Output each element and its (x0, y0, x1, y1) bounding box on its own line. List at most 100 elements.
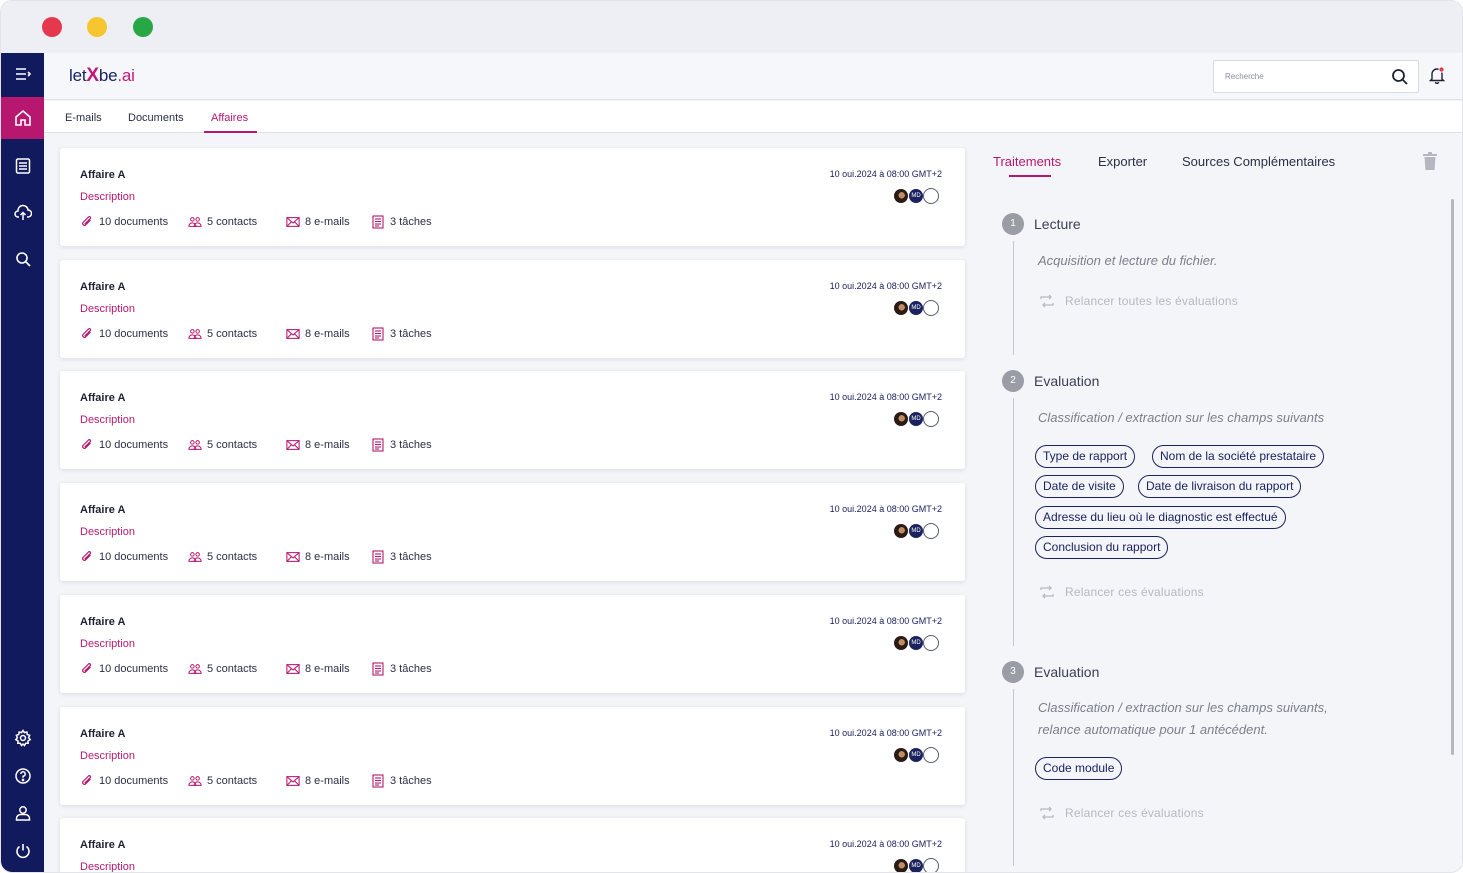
documents-label: 10 documents (99, 327, 169, 340)
tab-sources-complementaires[interactable]: Sources Complémentaires (1182, 154, 1335, 169)
tab-documents[interactable]: Documents (128, 112, 184, 124)
avatar-placeholder-icon (923, 746, 939, 763)
documents-count[interactable]: 10 documents (80, 438, 168, 452)
contacts-count[interactable]: 5 contacts (188, 215, 257, 229)
affaire-card[interactable]: Affaire A Description 10 oui.2024 à 08:00 … (60, 259, 965, 358)
tab-emails[interactable]: E-mails (65, 112, 102, 124)
avatar-group[interactable]: MD (893, 523, 939, 540)
affaire-title: Affaire A (80, 615, 126, 628)
menu-expand-icon (15, 68, 31, 80)
sidebar-item-list[interactable] (1, 145, 44, 187)
sidebar-item-profile[interactable] (1, 792, 44, 834)
tasks-count[interactable]: 3 tâches (371, 215, 432, 229)
tab-exporter[interactable]: Exporter (1098, 154, 1147, 169)
affaire-card[interactable]: Affaire A Description 10 oui.2024 à 08:00 … (60, 371, 965, 470)
avatar-group[interactable]: MD (893, 188, 939, 204)
contacts-count[interactable]: 5 contacts (188, 438, 257, 452)
notification-bell-icon[interactable] (1429, 66, 1445, 84)
documents-count[interactable]: 10 documents (80, 215, 168, 229)
affaire-description: Description (80, 191, 136, 203)
emails-count[interactable]: 8 e-mails (286, 327, 350, 341)
contacts-count[interactable]: 5 contacts (188, 662, 257, 676)
avatar-placeholder-icon (923, 411, 939, 428)
avatar (893, 411, 909, 428)
documents-label: 10 documents (99, 216, 169, 228)
sidebar-item-logout[interactable] (1, 830, 44, 872)
affaire-card[interactable]: Affaire A Description 10 oui.2024 à 08:00 … (60, 706, 965, 805)
avatar-group[interactable]: MD (893, 411, 939, 428)
contacts-count[interactable]: 5 contacts (188, 550, 257, 564)
trash-icon[interactable] (1423, 152, 1437, 170)
mail-icon (286, 552, 300, 562)
affaire-date: 10 oui.2024 à 08:00 GMT+2 (829, 280, 942, 291)
contacts-count[interactable]: 5 contacts (188, 327, 257, 341)
field-chip[interactable]: Adresse du lieu où le diagnostic est eff… (1035, 506, 1286, 529)
avatar-group[interactable]: MD (893, 299, 939, 316)
field-chip[interactable]: Date de livraison du rapport (1138, 475, 1302, 498)
emails-count[interactable]: 8 e-mails (286, 550, 350, 564)
sidebar-item-help[interactable] (1, 755, 44, 797)
retry-icon (1040, 294, 1054, 308)
relaunch-step-button[interactable]: Relancer ces évaluations (1040, 806, 1204, 820)
affaire-card[interactable]: Affaire A Description 10 oui.2024 à 08:00 … (60, 818, 965, 873)
field-chip[interactable]: Type de rapport (1035, 445, 1136, 468)
tab-affaires[interactable]: Affaires (211, 112, 248, 124)
contacts-count[interactable]: 5 contacts (188, 774, 257, 788)
avatar-placeholder-icon (923, 523, 939, 540)
search-input[interactable]: Recherche (1213, 60, 1419, 93)
documents-count[interactable]: 10 documents (80, 327, 168, 341)
avatar-group[interactable]: MD (893, 858, 939, 872)
documents-count[interactable]: 10 documents (80, 662, 168, 676)
avatar-group[interactable]: MD (893, 634, 939, 651)
relaunch-step-button[interactable]: Relancer ces évaluations (1040, 585, 1204, 599)
maximize-window-button[interactable] (133, 17, 153, 37)
contacts-icon (188, 440, 202, 451)
field-chip[interactable]: Date de visite (1035, 475, 1124, 498)
avatar-group[interactable]: MD (893, 746, 939, 763)
affaire-description: Description (80, 861, 136, 873)
emails-count[interactable]: 8 e-mails (286, 215, 350, 229)
field-chip[interactable]: Code module (1035, 757, 1123, 780)
affaire-card[interactable]: Affaire A Description 10 oui.2024 à 08:00 … (60, 148, 965, 246)
step-description-line2: relance automatique pour 1 antécédent. (1038, 722, 1268, 737)
logo[interactable]: letXbe.ai (69, 65, 135, 87)
affaire-card[interactable]: Affaire A Description 10 oui.2024 à 08:00 … (60, 483, 965, 582)
tasks-count[interactable]: 3 tâches (371, 438, 432, 452)
tasks-count[interactable]: 3 tâches (371, 550, 432, 564)
sidebar-item-settings[interactable] (1, 717, 44, 759)
tasks-count[interactable]: 3 tâches (371, 662, 432, 676)
documents-count[interactable]: 10 documents (80, 774, 168, 788)
affaires-list: Affaire A Description 10 oui.2024 à 08:00 … (44, 134, 978, 873)
tasks-count[interactable]: 3 tâches (371, 327, 432, 341)
emails-count[interactable]: 8 e-mails (286, 662, 350, 676)
title-bar (1, 1, 1462, 53)
relaunch-all-button[interactable]: Relancer toutes les évaluations (1040, 294, 1238, 308)
step-description: Acquisition et lecture du fichier. (1038, 253, 1218, 268)
documents-count[interactable]: 10 documents (80, 550, 168, 564)
sidebar-item-home[interactable] (1, 97, 44, 139)
right-panel-scrollbar[interactable] (1451, 199, 1454, 755)
tasks-count[interactable]: 3 tâches (371, 773, 432, 788)
search-icon[interactable] (1391, 68, 1409, 86)
field-chip[interactable]: Conclusion du rapport (1035, 536, 1169, 559)
sidebar-toggle-button[interactable] (1, 53, 44, 95)
close-window-button[interactable] (42, 17, 62, 37)
documents-label: 10 documents (99, 551, 169, 564)
sidebar-item-upload[interactable] (1, 192, 44, 234)
logo-text-prefix: let (69, 66, 87, 85)
emails-count[interactable]: 8 e-mails (286, 438, 350, 452)
affaire-card[interactable]: Affaire A Description 10 oui.2024 à 08:00 … (60, 594, 965, 693)
avatar (893, 299, 909, 316)
tab-traitements[interactable]: Traitements (993, 154, 1061, 169)
sidebar-item-search[interactable] (1, 238, 44, 280)
right-panel: Traitements Exporter Sources Complémenta… (978, 134, 1462, 872)
emails-count[interactable]: 8 e-mails (286, 774, 350, 788)
step-title: Lecture (1034, 216, 1081, 232)
contacts-icon (188, 663, 202, 674)
affaire-description: Description (80, 414, 136, 427)
field-chip[interactable]: Nom de la société prestataire (1152, 445, 1325, 468)
task-list-icon (372, 327, 384, 341)
paperclip-icon (82, 774, 92, 785)
minimize-window-button[interactable] (87, 17, 107, 37)
affaire-title: Affaire A (80, 280, 126, 293)
